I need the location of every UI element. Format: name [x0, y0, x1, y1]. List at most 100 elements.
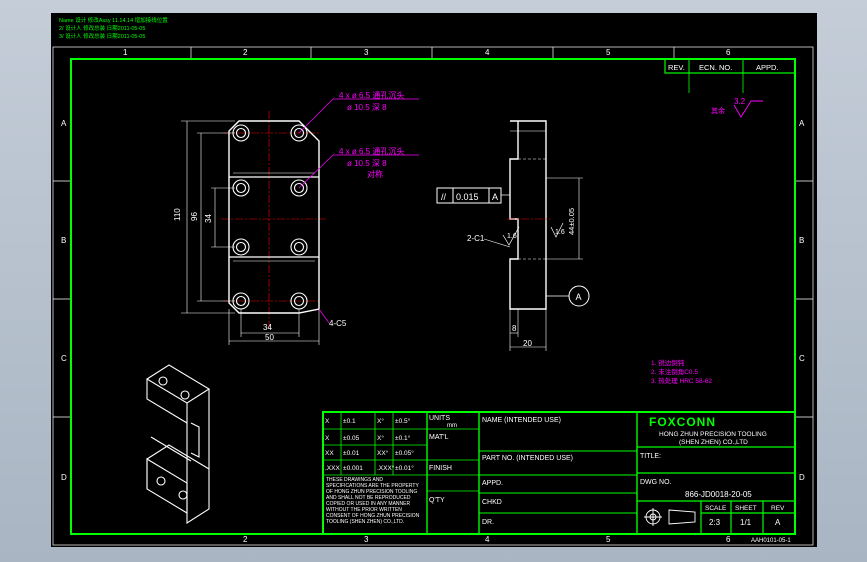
scale-label: SCALE — [705, 505, 727, 512]
zone-col-2-bottom: 2 — [243, 535, 248, 544]
tol-r1-c1: X — [325, 418, 330, 425]
front-view[interactable]: 110 96 34 34 50 4 x ø 6.5 通孔沉头 ø 10.5 深 … — [173, 90, 419, 345]
chkd-label: CHKD — [482, 499, 502, 506]
tol-value: 0.015 — [456, 192, 479, 202]
tol-r4-c3: .XXX° — [377, 464, 395, 472]
tol-r3-c4: ±0.05° — [395, 449, 414, 457]
company-line-1: HONG ZHUN PRECISION TOOLING — [659, 431, 767, 438]
front-chamfer: 4-C5 — [329, 319, 347, 328]
zone-col-5-bottom: 5 — [606, 535, 611, 544]
tech-note-2: 2. 未注倒角C0.5 — [651, 367, 698, 376]
drawing-sheet[interactable]: Name 设计 修改Assy 11.14.14 增加接线位置 2/ 设计人 修改… — [51, 13, 817, 547]
form-number: AAH0101-05-1 — [751, 538, 791, 544]
cad-viewer: Name 设计 修改Assy 11.14.14 增加接线位置 2/ 设计人 修改… — [0, 0, 867, 562]
side-dim-8: 8 — [512, 324, 517, 333]
units-label: UNITS — [429, 415, 450, 422]
projection-symbol-icon — [644, 508, 696, 526]
tol-r3-c1: XX — [325, 450, 334, 457]
appd-label: APPD. — [482, 480, 503, 487]
rev-header: REV. — [668, 63, 685, 72]
zone-col-2: 2 — [243, 48, 248, 57]
isometric-view[interactable] — [145, 364, 211, 525]
part-no-label: PART NO. (INTENDED USE) — [482, 455, 573, 462]
side-dim-20: 20 — [523, 339, 532, 348]
tol-r4-c2: ±0.001 — [343, 465, 363, 472]
tol-r2-c4: ±0.1° — [395, 434, 411, 442]
hole-callout-1b: ø 10.5 深 8 — [347, 103, 387, 112]
tol-r3-c2: ±0.01 — [343, 450, 360, 457]
zone-col-6-bottom: 6 — [726, 535, 731, 544]
tol-r4-c4: ±0.01° — [395, 464, 414, 472]
tech-note-3: 3. 热处理 HRC 58-62 — [651, 376, 712, 385]
matl-label: MAT'L — [429, 434, 449, 441]
note-line-2: 2/ 设计人 修改总装 日期2011-05-05 — [59, 24, 145, 32]
zone-row-d-right: D — [799, 473, 805, 482]
appd-header: APPD. — [756, 63, 779, 72]
zone-col-5: 5 — [606, 48, 611, 57]
scale-value: 2:3 — [709, 518, 721, 527]
zone-row-a: A — [61, 119, 67, 128]
tech-notes: 1. 锐边倒钝 2. 未注倒角C0.5 3. 热处理 HRC 58-62 — [651, 358, 712, 385]
zone-row-d: D — [61, 473, 67, 482]
tol-r2-c3: X° — [377, 434, 384, 442]
roughness-value: 3.2 — [734, 97, 746, 106]
zone-row-b: B — [61, 236, 66, 245]
zone-row-b-right: B — [799, 236, 804, 245]
tol-datum: A — [492, 192, 498, 202]
zone-col-1: 1 — [123, 48, 128, 57]
tol-r1-c3: X° — [377, 417, 384, 425]
dim-110: 110 — [173, 208, 182, 221]
side-chamfer: 2-C1 — [467, 234, 485, 243]
name-label: NAME (INTENDED USE) — [482, 417, 561, 424]
ecn-header: ECN. NO. — [699, 63, 732, 72]
dim-34-vertical: 34 — [204, 214, 213, 223]
title-label: TITLE: — [640, 453, 661, 460]
dwg-no-value[interactable]: 866-JD0018-20-05 — [685, 490, 752, 499]
qty-label: Q'TY — [429, 497, 445, 504]
note-line-1: Name 设计 修改Assy 11.14.14 增加接线位置 — [59, 16, 168, 24]
roughness-right: 1.6 — [555, 229, 565, 236]
dwg-no-label: DWG NO. — [640, 479, 672, 486]
disclaimer-text: THESE DRAWINGS AND SPECIFICATIONS ARE TH… — [326, 477, 420, 525]
roughness-mark: 其余 — [711, 106, 725, 115]
rev-label: REV — [771, 505, 785, 512]
datum-a: A — [576, 292, 582, 302]
note-line-3: 3/ 设计人 修改总装 日期2011-05-05 — [59, 32, 145, 40]
company-logo: FOXCONN — [649, 415, 716, 429]
hole-callout-2: 4 x ø 6.5 通孔沉头 — [339, 146, 404, 156]
zone-row-a-right: A — [799, 119, 805, 128]
revision-block: REV. ECN. NO. APPD. — [664, 58, 796, 93]
zone-col-4-bottom: 4 — [485, 535, 490, 544]
inner-border — [70, 58, 796, 535]
zone-row-c: C — [61, 354, 67, 363]
rev-value: A — [775, 518, 781, 527]
drawing-canvas: Name 设计 修改Assy 11.14.14 增加接线位置 2/ 设计人 修改… — [52, 16, 814, 546]
dr-label: DR. — [482, 519, 494, 526]
roughness-left: 1.6 — [507, 233, 517, 240]
zone-col-6: 6 — [726, 48, 731, 57]
dim-50: 50 — [265, 333, 274, 342]
title-block: X ±0.1 X° ±0.5° X ±0.05 X° ±0.1° XX ±0.0… — [322, 411, 796, 535]
tol-symbol: // — [441, 192, 447, 202]
tech-note-1: 1. 锐边倒钝 — [651, 358, 685, 367]
tol-r1-c2: ±0.1 — [343, 418, 356, 425]
hole-callout-2b: ø 10.5 深 8 — [347, 159, 387, 168]
zone-row-c-right: C — [799, 354, 805, 363]
tol-r2-c2: ±0.05 — [343, 435, 360, 442]
company-line-2: (SHEN ZHEN) CO.,LTD — [679, 439, 748, 446]
side-dim-vertical: 44±0.05 — [567, 208, 576, 235]
tol-r3-c3: XX° — [377, 449, 389, 457]
hole-callout-2c: 对称 — [367, 169, 383, 179]
zone-col-3: 3 — [364, 48, 369, 57]
tol-r1-c4: ±0.5° — [395, 417, 411, 425]
hole-callout-1: 4 x ø 6.5 通孔沉头 — [339, 90, 404, 100]
side-view[interactable]: // 0.015 A 44±0.05 8 20 2-C1 1.6 1.6 A — [436, 120, 590, 351]
zone-col-3-bottom: 3 — [364, 535, 369, 544]
sheet-label: SHEET — [735, 505, 757, 512]
finish-label: FINISH — [429, 465, 452, 472]
dim-34-horizontal: 34 — [263, 323, 272, 332]
zone-ticks — [53, 47, 813, 418]
surface-roughness-symbol: 3.2 其余 — [711, 97, 763, 118]
tol-r4-c1: .XXX — [325, 465, 340, 472]
revision-notes: Name 设计 修改Assy 11.14.14 增加接线位置 2/ 设计人 修改… — [59, 16, 168, 40]
